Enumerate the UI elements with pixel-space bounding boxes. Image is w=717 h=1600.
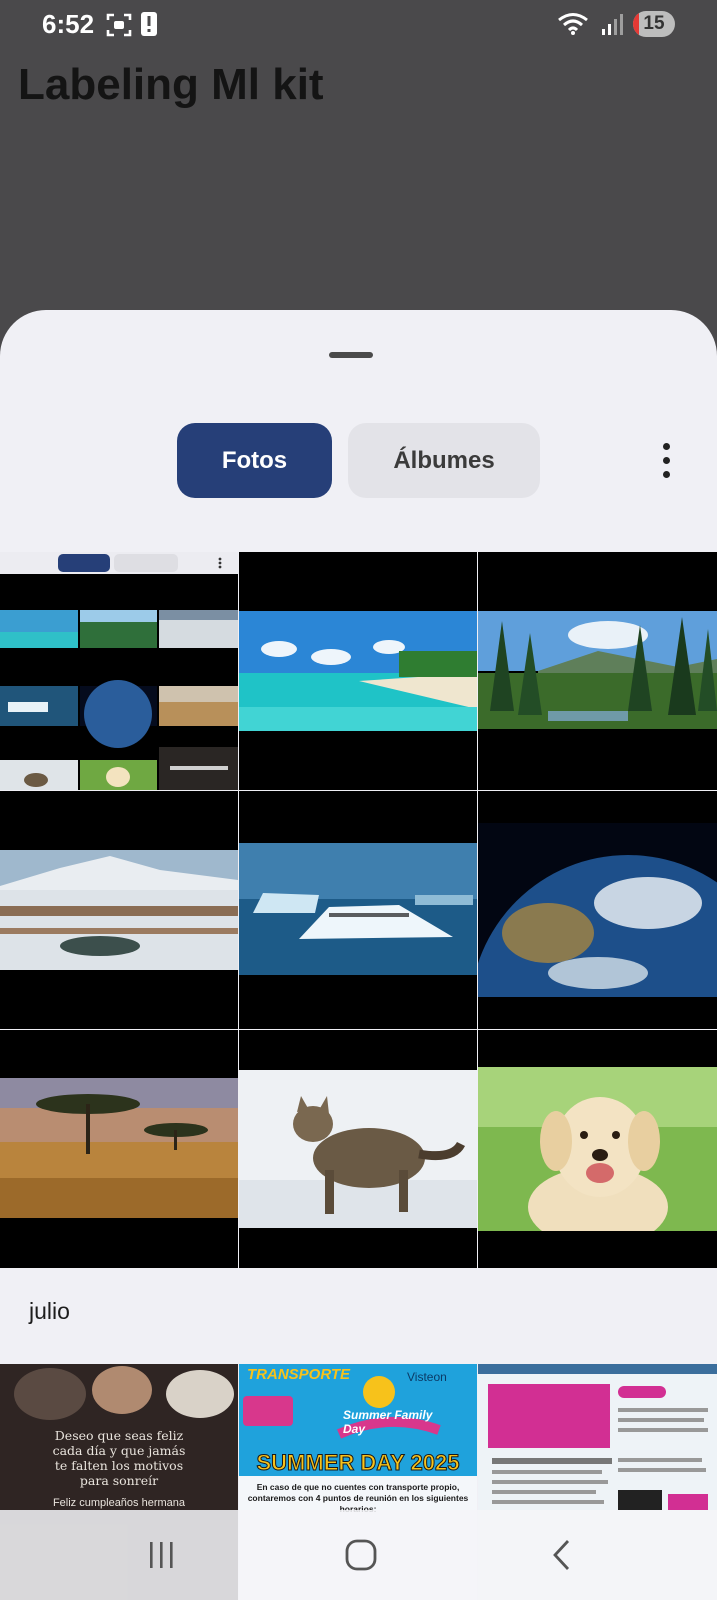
photo-thumbnail-savanna[interactable] (0, 1030, 238, 1268)
photo-thumbnail-cat[interactable] (239, 1030, 477, 1268)
beach-image (239, 611, 477, 731)
section-label-julio: julio (29, 1298, 70, 1324)
back-icon[interactable] (533, 1530, 593, 1580)
navigation-bar (0, 1510, 717, 1600)
flyer-headline: SUMMER DAY 2025 (256, 1450, 460, 1476)
app-title: Labeling Ml kit (18, 60, 324, 109)
screenshot-icon (106, 13, 132, 37)
cat-image (239, 1070, 477, 1228)
photo-thumbnail-beach[interactable] (239, 552, 477, 790)
card-text-line-1: Deseo que seas feliz (54, 1428, 184, 1443)
home-icon[interactable] (331, 1530, 391, 1580)
card-text-line-3: te falten los motivos (54, 1458, 184, 1473)
drag-handle[interactable] (329, 352, 373, 358)
tundra-image (0, 850, 238, 970)
iceberg-image (239, 843, 477, 975)
photo-thumbnail-app-screenshot[interactable] (0, 552, 238, 790)
photo-thumbnail-iceberg[interactable] (239, 791, 477, 1029)
flyer-brand: Visteon (407, 1370, 447, 1384)
earth-image (478, 823, 717, 997)
status-bar: 6:52 15 (0, 0, 717, 50)
photo-thumbnail-forest[interactable] (478, 552, 717, 790)
status-time: 6:52 (42, 9, 95, 39)
card-text-line-4: para sonreír (79, 1473, 159, 1488)
photo-thumbnail-earth[interactable] (478, 791, 717, 1029)
photo-thumbnail-puppy[interactable] (478, 1030, 717, 1268)
photo-thumbnail-tundra[interactable] (0, 791, 238, 1029)
card-text-line-5: Feliz cumpleaños hermana (52, 1497, 186, 1509)
tab-albumes[interactable]: Álbumes (348, 423, 540, 498)
puppy-image (478, 1067, 717, 1231)
app-screenshot-image (0, 552, 238, 790)
signal-icon (602, 14, 623, 35)
flyer-header: TRANSPORTE (247, 1366, 351, 1383)
photo-picker-sheet: Fotos Álbumes julio Deseo que seas feliz… (0, 310, 717, 1600)
savanna-image (0, 1078, 238, 1218)
more-options-icon[interactable] (648, 432, 684, 488)
alert-icon (141, 12, 157, 36)
tab-fotos[interactable]: Fotos (177, 423, 332, 498)
battery-icon: 15 (633, 11, 675, 37)
photo-grid (0, 552, 717, 1268)
battery-level: 15 (643, 13, 665, 34)
recent-apps-icon[interactable] (131, 1530, 191, 1580)
card-text-line-2: cada día y que jamás (52, 1443, 186, 1458)
wifi-icon (558, 13, 588, 35)
flyer-event: Summer Family Day (343, 1408, 433, 1436)
forest-image (478, 611, 717, 729)
